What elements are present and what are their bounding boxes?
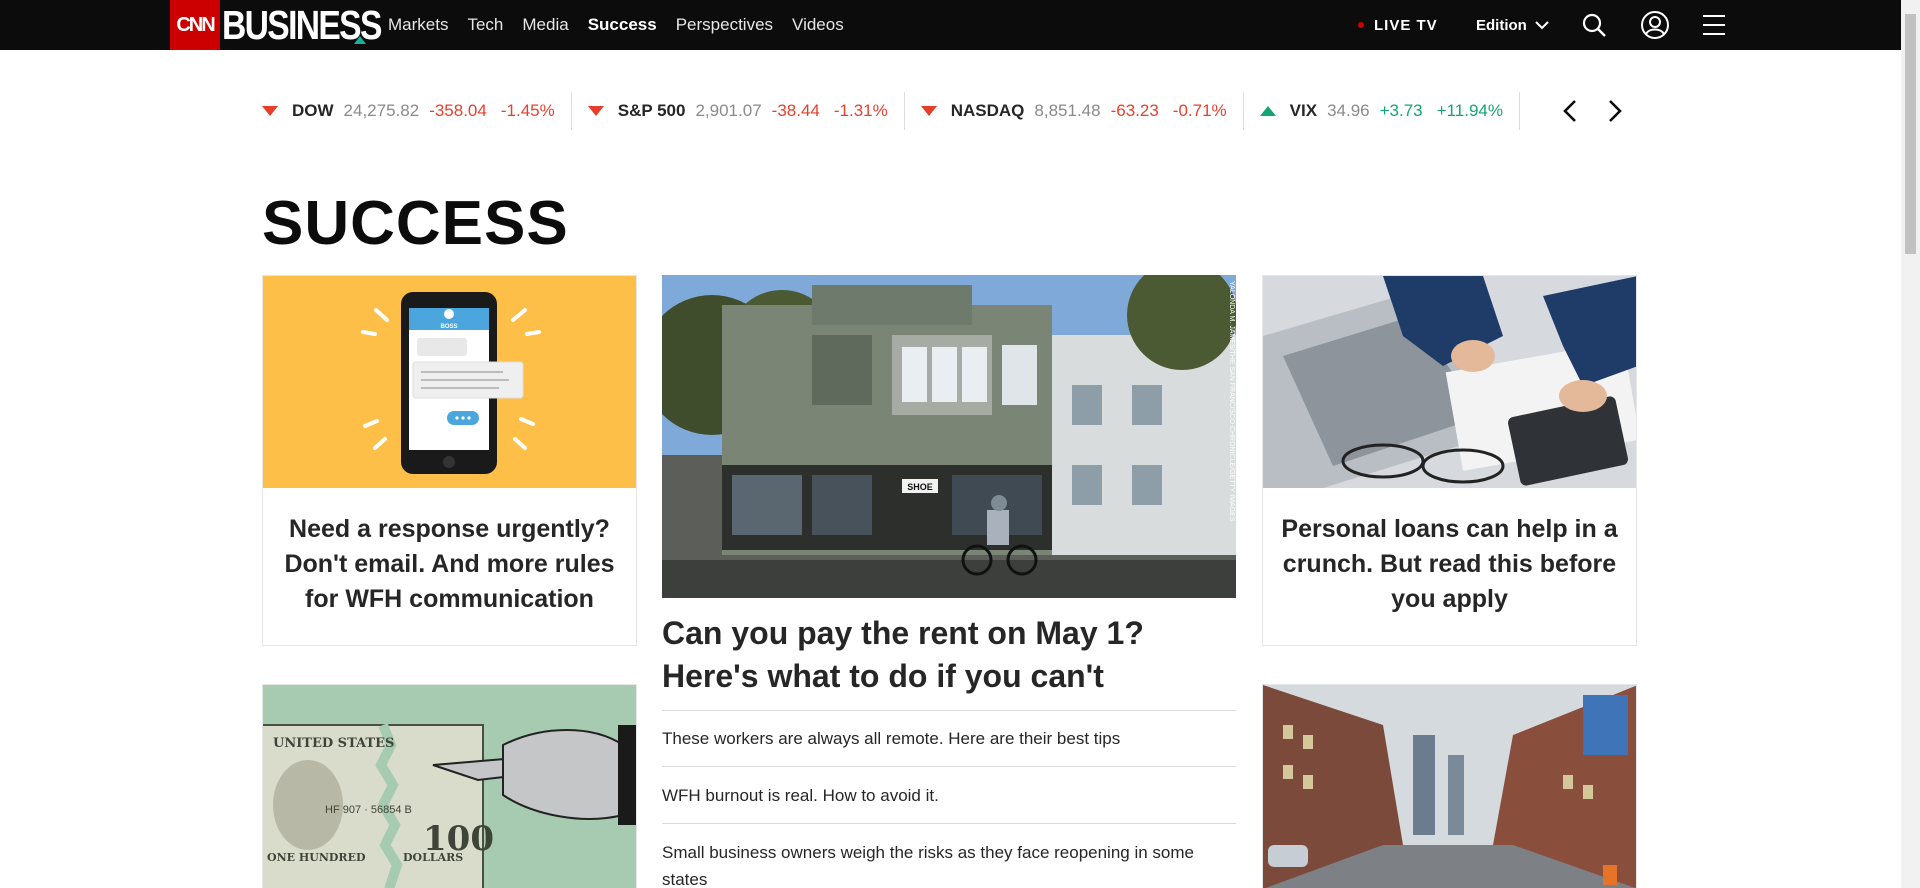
related-story-link[interactable]: These workers are always all remote. Her… [662, 710, 1236, 766]
photo-credit: YALONDA M. JAMES/THE SAN FRANCISCO CHRON… [1228, 281, 1235, 522]
search-icon[interactable] [1580, 11, 1608, 39]
ticker-change: -38.44 [771, 101, 820, 120]
bill-bottom-right: DOLLARS [403, 851, 463, 864]
ticker-value: 24,275.82 [343, 101, 420, 120]
live-tv-label: LIVE TV [1374, 16, 1438, 34]
empty-street-photo [1263, 685, 1636, 888]
phone-message-icon: BOSS [361, 292, 541, 474]
nav-link-perspectives[interactable]: Perspectives [676, 15, 773, 35]
live-dot-icon [1358, 22, 1364, 28]
main-story-photo[interactable]: SHOE YALONDA M. JAMES/THE SAN FRANCISCO … [662, 275, 1236, 598]
ticker-percent: +11.94% [1436, 101, 1503, 120]
nav-link-videos[interactable]: Videos [792, 15, 844, 35]
torn-bill-illustration: UNITED STATES HF 907 · 56854 B 100 ONE H… [263, 685, 636, 888]
top-nav: CNN BUSINESS Markets Tech Media Success … [0, 0, 1901, 50]
story-headline[interactable]: Personal loans can help in a crunch. But… [1263, 488, 1636, 641]
market-ticker: DOW 24,275.82 -358.04 -1.45% S&P 500 2,9… [262, 92, 1554, 130]
cnn-logo[interactable]: CNN [170, 0, 220, 50]
edition-button[interactable]: Edition [1476, 0, 1549, 50]
up-arrow-icon [1259, 106, 1276, 116]
chevron-down-icon [1535, 20, 1549, 29]
ticker-percent: -0.71% [1172, 101, 1227, 120]
section-nav: Markets Tech Media Success Perspectives … [388, 0, 863, 50]
page-title: SUCCESS [262, 189, 569, 258]
laptop-calculator-photo [1263, 276, 1636, 488]
storefront-photo: SHOE YALONDA M. JAMES/THE SAN FRANCISCO … [662, 275, 1236, 598]
down-arrow-icon [920, 106, 937, 116]
ticker-name: S&P 500 [617, 101, 686, 120]
nav-link-success[interactable]: Success [588, 15, 657, 35]
hamburger-menu-icon[interactable] [1700, 11, 1728, 39]
ticker-value: 2,901.07 [695, 101, 762, 120]
phone-illustration: BOSS [263, 276, 636, 488]
hundred-dollar-bill-art: UNITED STATES HF 907 · 56854 B 100 ONE H… [263, 685, 636, 888]
down-arrow-icon [262, 106, 278, 116]
story-card-personal-loans[interactable]: Personal loans can help in a crunch. But… [1262, 275, 1637, 646]
ticker-item-vix[interactable]: VIX 34.96 +3.73 +11.94% [1259, 92, 1520, 130]
ticker-value: 8,851.48 [1034, 101, 1101, 120]
down-arrow-icon [587, 106, 604, 116]
ticker-item-nasdaq[interactable]: NASDAQ 8,851.48 -63.23 -0.71% [920, 92, 1244, 130]
chevron-right-icon[interactable] [1601, 98, 1627, 124]
ticker-item-sp500[interactable]: S&P 500 2,901.07 -38.44 -1.31% [587, 92, 905, 130]
bill-bottom-left: ONE HUNDRED [267, 851, 366, 864]
chevron-left-icon[interactable] [1558, 98, 1584, 124]
nav-link-media[interactable]: Media [522, 15, 568, 35]
bill-top-text: UNITED STATES [273, 736, 394, 751]
nav-link-tech[interactable]: Tech [467, 15, 503, 35]
ticker-item-dow[interactable]: DOW 24,275.82 -358.04 -1.45% [262, 92, 572, 130]
city-street-art [1263, 685, 1636, 888]
edition-label: Edition [1476, 16, 1527, 34]
ticker-change: -63.23 [1110, 101, 1159, 120]
story-card-city-street[interactable] [1262, 684, 1637, 888]
ticker-change: -358.04 [429, 101, 487, 120]
story-card-money[interactable]: UNITED STATES HF 907 · 56854 B 100 ONE H… [262, 684, 637, 888]
logo-triangle-icon [354, 36, 366, 44]
ticker-name: NASDAQ [950, 101, 1025, 120]
story-card-wfh-communication[interactable]: BOSS Need a response urgently? Don't ema… [262, 275, 637, 646]
scrollbar-thumb[interactable] [1905, 14, 1916, 254]
live-tv-button[interactable]: LIVE TV [1358, 0, 1438, 50]
account-icon[interactable] [1640, 10, 1670, 40]
main-story-headline[interactable]: Can you pay the rent on May 1? Here's wh… [662, 612, 1222, 698]
ticker-percent: -1.45% [500, 101, 555, 120]
nav-link-markets[interactable]: Markets [388, 15, 448, 35]
shoe-sign: SHOE [907, 482, 933, 492]
bill-serial: HF 907 · 56854 B [325, 804, 412, 816]
boss-label: BOSS [440, 324, 457, 330]
related-story-link[interactable]: Small business owners weigh the risks as… [662, 823, 1236, 888]
ticker-fade [1535, 92, 1555, 130]
ticker-change: +3.73 [1379, 101, 1423, 120]
ticker-percent: -1.31% [833, 101, 888, 120]
related-story-link[interactable]: WFH burnout is real. How to avoid it. [662, 766, 1236, 823]
story-headline[interactable]: Need a response urgently? Don't email. A… [263, 488, 636, 641]
related-stories-list: These workers are always all remote. Her… [662, 710, 1236, 888]
ticker-name: DOW [292, 101, 334, 120]
ticker-value: 34.96 [1327, 101, 1370, 120]
calculator-photo-art [1263, 276, 1636, 488]
ticker-name: VIX [1289, 101, 1318, 120]
